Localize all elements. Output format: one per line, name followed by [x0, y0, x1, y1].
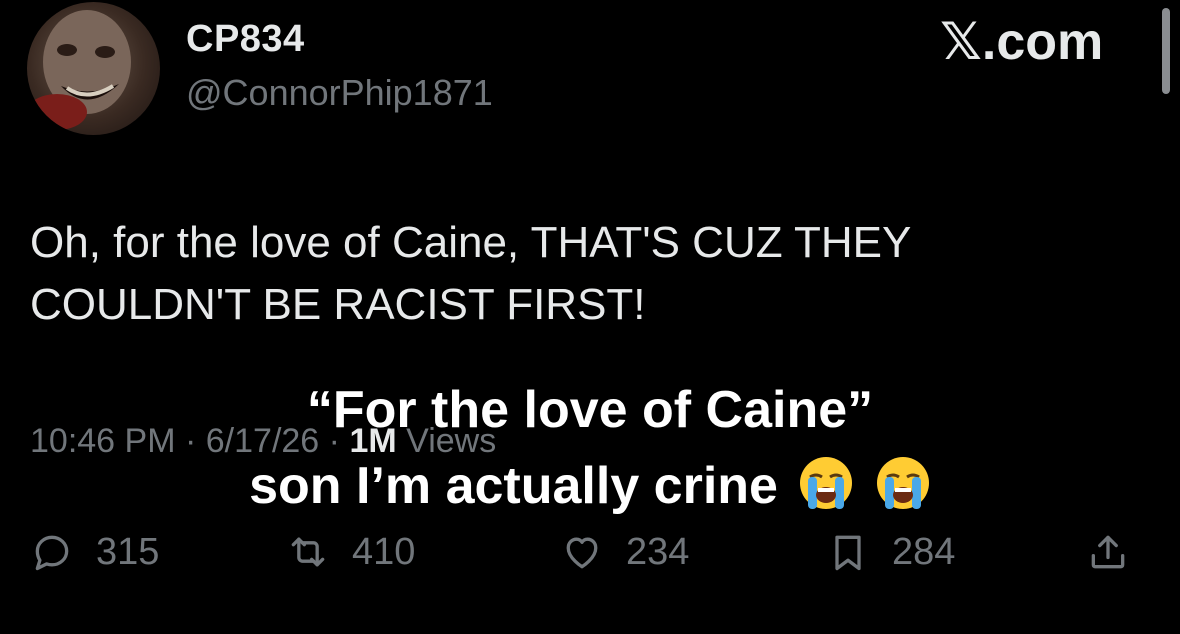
heart-icon [566, 537, 598, 569]
bookmark-count: 284 [892, 530, 956, 573]
avatar[interactable] [27, 2, 160, 135]
bookmark-icon [835, 535, 861, 571]
tweet-text: Oh, for the love of Caine, THAT'S CUZ TH… [30, 218, 911, 329]
crying-face-emoji-icon [800, 457, 853, 509]
tweet-actions: 315 410 234 284 [0, 522, 1180, 582]
bookmark-button[interactable]: 284 [826, 522, 955, 582]
like-button[interactable]: 234 [560, 522, 689, 582]
crying-face-emoji-icon [876, 457, 929, 509]
video-caption: “For the love of Caine” son I’m actually… [0, 372, 1180, 524]
site-logo: 𝕏.com [940, 13, 1104, 71]
repost-icon [291, 537, 325, 567]
avatar-image [27, 10, 131, 130]
share-icon [1091, 535, 1125, 569]
repost-button[interactable]: 410 [286, 522, 415, 582]
reply-icon [35, 535, 69, 571]
repost-count: 410 [352, 530, 416, 573]
user-handle[interactable]: @ConnorPhip1871 [186, 72, 493, 114]
caption-line-1: “For the love of Caine” [306, 381, 874, 439]
reply-count: 315 [96, 530, 160, 573]
reply-button[interactable]: 315 [30, 522, 159, 582]
scrollbar[interactable] [1162, 8, 1170, 94]
display-name[interactable]: CP834 [186, 18, 305, 61]
caption-line-2: son I’m actually crine [249, 457, 778, 515]
like-count: 234 [626, 530, 690, 573]
share-button[interactable] [1086, 522, 1130, 582]
